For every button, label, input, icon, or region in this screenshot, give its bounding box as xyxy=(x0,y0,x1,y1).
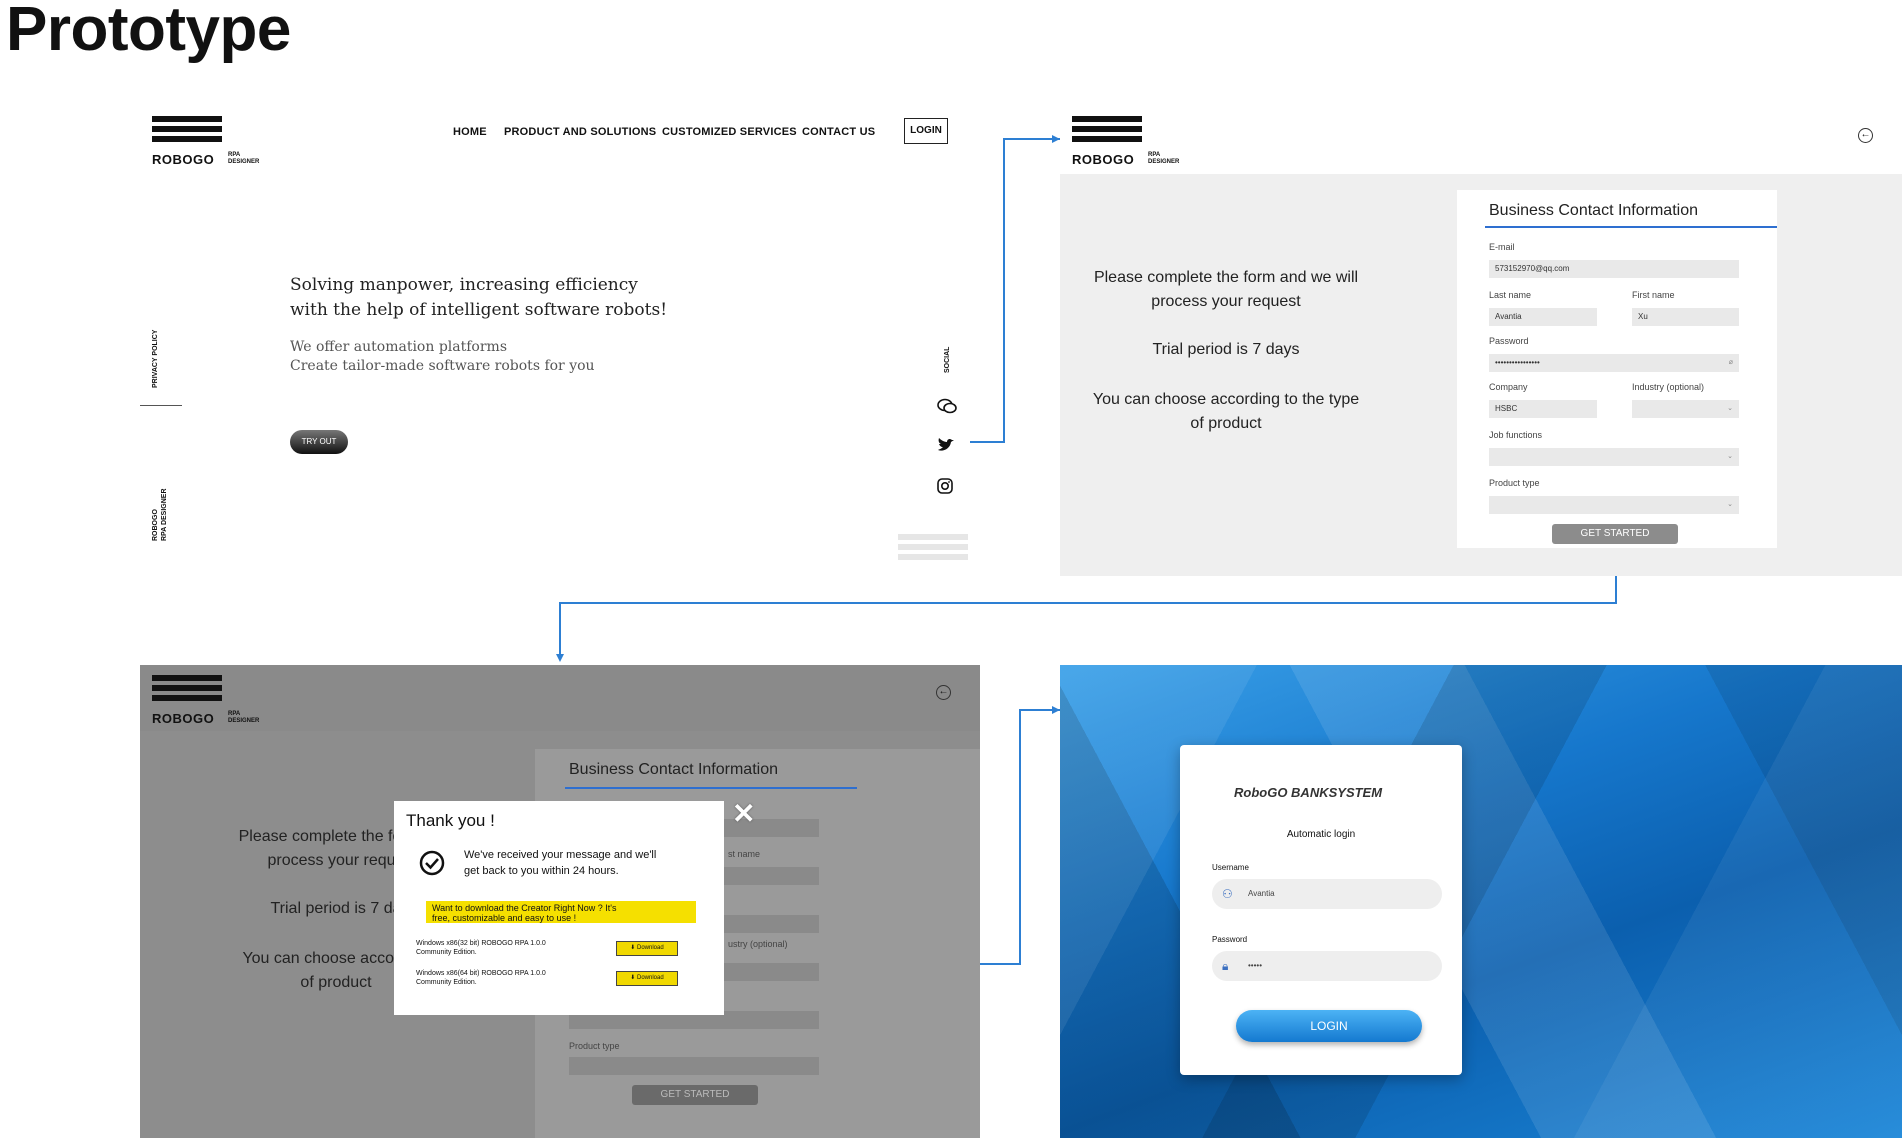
job-functions-select[interactable]: ⌄ xyxy=(1489,448,1739,466)
hero-heading: Solving manpower, increasing efficiency w… xyxy=(290,275,668,320)
username-field[interactable]: ⚇ Avantia xyxy=(1212,879,1442,909)
contact-form-screen: ROBOGO RPA DESIGNER ← Please complete the… xyxy=(1060,98,1902,576)
modal-title: Thank you ! xyxy=(406,811,495,830)
thank-you-modal: Thank you ! ✕ We've received your messag… xyxy=(394,798,755,1015)
home-screen: ROBOGO RPA DESIGNER HOME PRODUCT AND SOLU… xyxy=(140,98,970,576)
instagram-icon[interactable] xyxy=(937,478,953,499)
email-label: E-mail xyxy=(1489,242,1515,252)
confirmation-message: We've received your message and we'll get… xyxy=(464,849,657,877)
faded-logo xyxy=(898,534,968,564)
password-label: Password xyxy=(1489,336,1529,346)
try-out-button[interactable]: TRY OUT xyxy=(290,430,348,454)
nav-products[interactable]: PRODUCT AND SOLUTIONS xyxy=(504,126,656,138)
social-label: SOCIAL xyxy=(944,346,951,373)
download-64bit-button[interactable]: ⬇ Download xyxy=(616,971,678,986)
product-type-label: Product type xyxy=(569,1041,620,1051)
partial-last-name-label: st name xyxy=(728,849,761,859)
side-divider xyxy=(140,405,182,406)
product-type-label: Product type xyxy=(1489,478,1540,488)
login-button[interactable]: LOGIN xyxy=(904,118,948,144)
product-type-select[interactable] xyxy=(569,1057,819,1075)
check-circle-icon xyxy=(418,849,446,882)
download-32bit-label: Windows x86(32 bit) ROBOGO RPA 1.0.0 Comm… xyxy=(416,940,546,956)
login-card: RoboGO BANKSYSTEM Automatic login Userna… xyxy=(1180,745,1462,1075)
heading-underline xyxy=(565,787,857,789)
company-label: Company xyxy=(1489,382,1528,392)
job-functions-label: Job functions xyxy=(1489,430,1543,440)
bank-login-button[interactable]: LOGIN xyxy=(1236,1010,1422,1042)
industry-label: Industry (optional) xyxy=(1632,382,1705,392)
chevron-down-icon: ⌄ xyxy=(1727,405,1733,412)
first-name-field[interactable]: Xu xyxy=(1632,308,1739,326)
contact-form-card: Business Contact Information E-mail 5731… xyxy=(1457,190,1777,548)
thank-you-screen: ROBOGO RPA DESIGNER ← Business Contact In… xyxy=(140,665,980,1138)
lock-icon: 🔒︎ xyxy=(1222,959,1229,973)
trial-period-text: Trial period is 7 days xyxy=(1152,341,1300,358)
close-icon[interactable]: ✕ xyxy=(732,797,755,830)
footer-sub-vertical: RPA DESIGNER xyxy=(161,488,168,541)
promo-banner: Want to download the Creator Right Now ?… xyxy=(426,901,696,923)
nav-customized-services[interactable]: CUSTOMIZED SERVICES xyxy=(662,126,797,138)
partial-industry-label: ustry (optional) xyxy=(728,939,788,949)
form-heading: Business Contact Information xyxy=(569,761,778,778)
bank-title: RoboGO BANKSYSTEM xyxy=(1234,785,1383,800)
product-type-select[interactable]: ⌄ xyxy=(1489,496,1739,514)
nav-contact-us[interactable]: CONTACT US xyxy=(802,126,875,138)
password-field[interactable]: 🔒︎ ••••• xyxy=(1212,951,1442,981)
industry-select[interactable]: ⌄ xyxy=(1632,400,1739,418)
twitter-icon[interactable] xyxy=(937,438,955,458)
eye-off-icon[interactable]: ⌀ xyxy=(1729,354,1733,372)
last-name-field[interactable]: Avantia xyxy=(1489,308,1597,326)
back-icon[interactable]: ← xyxy=(936,685,951,700)
product-type-note: You can choose according to the type of p… xyxy=(1092,391,1360,432)
password-label: Password xyxy=(1212,935,1248,944)
footer-brand-vertical: ROBOGO xyxy=(152,509,159,541)
heading-underline xyxy=(1485,226,1777,228)
last-name-label: Last name xyxy=(1489,290,1532,300)
bank-subtitle: Automatic login xyxy=(1286,829,1356,840)
bank-login-screen: RoboGO BANKSYSTEM Automatic login Userna… xyxy=(1060,665,1902,1138)
user-icon: ⚇ xyxy=(1222,887,1233,901)
username-label: Username xyxy=(1212,863,1249,872)
email-field[interactable]: 573152970@qq.com xyxy=(1489,260,1739,278)
form-intro: Please complete the form and we will proc… xyxy=(1093,269,1359,310)
password-field[interactable]: •••••••••••••••• ⌀ xyxy=(1489,354,1739,372)
get-started-button[interactable]: GET STARTED xyxy=(1552,524,1678,544)
wechat-icon[interactable] xyxy=(937,398,957,419)
back-icon[interactable]: ← xyxy=(1858,128,1873,143)
download-64bit-label: Windows x86(64 bit) ROBOGO RPA 1.0.0 Comm… xyxy=(416,970,546,986)
nav-home[interactable]: HOME xyxy=(453,126,487,138)
chevron-down-icon: ⌄ xyxy=(1727,501,1733,508)
first-name-label: First name xyxy=(1632,290,1675,300)
form-heading: Business Contact Information xyxy=(1489,202,1698,219)
hero-subtext: We offer automation platforms Create tail… xyxy=(290,339,595,374)
chevron-down-icon: ⌄ xyxy=(1727,453,1733,460)
privacy-policy-link[interactable]: PRIVACY POLICY xyxy=(152,330,159,388)
download-32bit-button[interactable]: ⬇ Download xyxy=(616,941,678,956)
company-field[interactable]: HSBC xyxy=(1489,400,1597,418)
get-started-button[interactable]: GET STARTED xyxy=(632,1085,758,1105)
